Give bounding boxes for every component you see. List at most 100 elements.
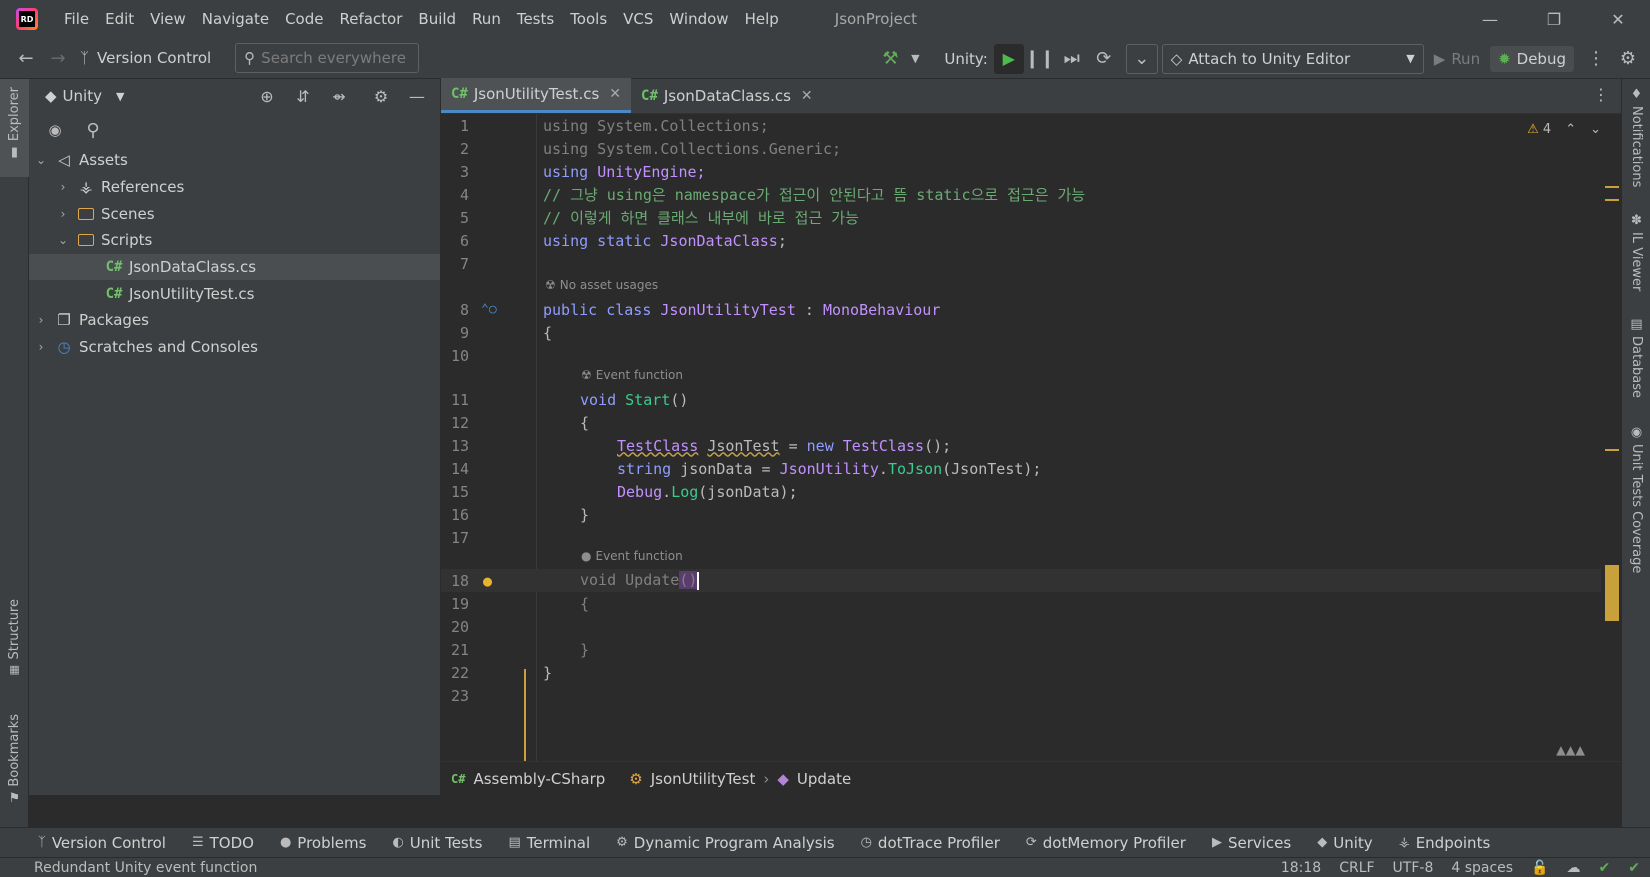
chevron-down-icon[interactable]: ⌄ (33, 153, 49, 167)
run-config-dropdown-icon[interactable]: ⌄ (1125, 43, 1158, 74)
status-message[interactable]: Redundant Unity event function (34, 860, 257, 876)
implements-gutter-icon[interactable]: ⌃○ (481, 302, 497, 317)
check-icon[interactable]: ✔ (1599, 860, 1611, 876)
tool-dotmemory[interactable]: ⟳ dotMemory Profiler (1026, 834, 1186, 852)
tool-dynamic-analysis[interactable]: ⚙ Dynamic Program Analysis (616, 834, 834, 852)
code-vision-hint[interactable]: ☢ Event function (581, 365, 683, 385)
unity-play-button[interactable]: ▶ (993, 43, 1024, 74)
unity-refresh-icon[interactable]: ⟳ (1088, 43, 1120, 75)
warning-stripe-mark[interactable] (1605, 186, 1619, 188)
back-arrow-icon[interactable]: ← (10, 42, 42, 74)
tab-options-icon[interactable]: ⋮ (1593, 85, 1609, 104)
coverage-tool-tab[interactable]: ◉ Unit Tests Coverage (1622, 425, 1650, 585)
tree-item-packages[interactable]: › ❐ Packages (29, 307, 440, 334)
code-area[interactable]: ⚠ 4 ⌃ ⌄ 1 using System.Collections; 2 us… (441, 114, 1621, 761)
tree-item-jsondataclass[interactable]: C# JsonDataClass.cs (29, 253, 440, 281)
tool-services[interactable]: ▶ Services (1212, 834, 1291, 852)
menu-vcs[interactable]: VCS (615, 10, 661, 28)
error-stripe[interactable] (1605, 149, 1619, 796)
ai-assistant-icon[interactable]: ▲▲▲ (1556, 740, 1585, 759)
explorer-view-select[interactable]: Unity (63, 87, 102, 105)
menu-file[interactable]: File (56, 10, 97, 28)
il-viewer-tool-tab[interactable]: ✽ IL Viewer (1622, 213, 1650, 301)
chevron-right-icon[interactable]: › (55, 180, 71, 194)
line-ending[interactable]: CRLF (1339, 860, 1374, 876)
run-button[interactable]: ▶ Run (1434, 50, 1480, 68)
search-icon[interactable]: ⚲ (77, 114, 109, 146)
debug-button[interactable]: ✹ Debug (1490, 45, 1574, 72)
menu-help[interactable]: Help (737, 10, 787, 28)
tool-version-control[interactable]: ᛉ Version Control (38, 834, 166, 852)
tab-jsonutilitytest[interactable]: C# JsonUtilityTest.cs ✕ (441, 78, 632, 113)
unity-pause-icon[interactable]: ❙❙ (1024, 43, 1056, 75)
explorer-tool-tab[interactable]: Explorer ▮ (0, 79, 29, 177)
menu-tools[interactable]: Tools (562, 10, 615, 28)
expand-all-icon[interactable]: ⇵ (288, 80, 318, 112)
tree-item-jsonutilitytest[interactable]: C# JsonUtilityTest.cs (29, 280, 440, 307)
unity-step-icon[interactable]: ⏭ (1056, 43, 1088, 75)
lock-icon[interactable]: 🔓 (1531, 860, 1548, 876)
tool-endpoints[interactable]: ⚶ Endpoints (1399, 834, 1491, 852)
code-vision-hint[interactable]: ● Event function (581, 546, 683, 566)
chevron-down-icon[interactable]: ▼ (116, 90, 124, 103)
tool-dottrace[interactable]: ◷ dotTrace Profiler (861, 834, 1000, 852)
tool-todo[interactable]: ☰ TODO (192, 834, 254, 852)
code-vision-hint[interactable]: ☢ No asset usages (545, 275, 658, 295)
tool-unity[interactable]: ◆ Unity (1317, 834, 1372, 852)
chevron-right-icon[interactable]: › (55, 207, 71, 221)
scroll-thumb[interactable] (1605, 565, 1619, 621)
warning-stripe-mark[interactable] (1605, 199, 1619, 201)
warning-stripe-mark[interactable] (1605, 449, 1619, 451)
close-window-icon[interactable]: ✕ (1586, 0, 1650, 38)
menu-run[interactable]: Run (464, 10, 509, 28)
notifications-tool-tab[interactable]: ♦ Notifications (1622, 87, 1650, 199)
bookmarks-tool-tab[interactable]: Bookmarks ⚑ (0, 714, 29, 814)
options-gear-icon[interactable]: ⚙ (366, 80, 396, 112)
menu-view[interactable]: View (142, 10, 194, 28)
attach-to-unity-editor-select[interactable]: ◇ Attach to Unity Editor ▼ (1161, 43, 1424, 74)
cloud-icon[interactable]: ☁ (1567, 860, 1581, 876)
menu-tests[interactable]: Tests (509, 10, 562, 28)
chevron-down-icon[interactable]: ⌄ (55, 233, 71, 247)
more-vertical-icon[interactable]: ⋮ (1580, 43, 1612, 75)
check-circle-icon[interactable]: ✔ (1628, 860, 1640, 876)
tool-unit-tests[interactable]: ◐ Unit Tests (392, 834, 482, 852)
breadcrumb-method[interactable]: Update (797, 770, 851, 788)
minimize-icon[interactable]: — (1458, 0, 1522, 38)
tab-jsondataclass[interactable]: C# JsonDataClass.cs ✕ (631, 78, 823, 113)
structure-tool-tab[interactable]: Structure ▦ (0, 599, 29, 689)
menu-build[interactable]: Build (410, 10, 464, 28)
indent-setting[interactable]: 4 spaces (1451, 860, 1513, 876)
tree-item-scratches[interactable]: › ◷ Scratches and Consoles (29, 334, 440, 361)
chevron-right-icon[interactable]: › (33, 340, 49, 354)
hide-panel-icon[interactable]: — (402, 80, 432, 112)
show-hidden-icon[interactable]: ◉ (39, 114, 71, 146)
menu-refactor[interactable]: Refactor (331, 10, 410, 28)
tool-problems[interactable]: ● Problems (280, 834, 366, 852)
chevron-right-icon[interactable]: › (33, 313, 49, 327)
rider-logo-icon[interactable]: RD (16, 8, 38, 30)
build-hammer-icon[interactable]: ⚒ (874, 43, 906, 75)
search-everywhere-input[interactable]: ⚲ Search everywhere (235, 43, 420, 73)
close-tab-icon[interactable]: ✕ (801, 88, 813, 104)
collapse-all-icon[interactable]: ⇴ (324, 80, 354, 112)
breadcrumb-assembly[interactable]: Assembly-CSharp (473, 770, 605, 788)
breadcrumb-class[interactable]: JsonUtilityTest (651, 770, 756, 788)
tool-terminal[interactable]: ▤ Terminal (508, 834, 590, 852)
settings-gear-icon[interactable]: ⚙ (1612, 43, 1644, 75)
restore-icon[interactable]: ❐ (1522, 0, 1586, 38)
tree-item-scripts[interactable]: ⌄ Scripts (29, 227, 440, 254)
forward-arrow-icon[interactable]: → (42, 42, 74, 74)
database-tool-tab[interactable]: ▤ Database (1622, 317, 1650, 409)
tree-item-references[interactable]: › ⚶ References (29, 174, 440, 201)
tree-item-scenes[interactable]: › Scenes (29, 200, 440, 227)
file-encoding[interactable]: UTF-8 (1393, 860, 1434, 876)
menu-code[interactable]: Code (277, 10, 331, 28)
version-control-widget[interactable]: ᛉ Version Control (80, 49, 211, 67)
caret-position[interactable]: 18:18 (1281, 860, 1321, 876)
locate-target-icon[interactable]: ⊕ (252, 80, 282, 112)
tree-item-assets[interactable]: ⌄ ◁ Assets (29, 147, 440, 174)
menu-navigate[interactable]: Navigate (194, 10, 277, 28)
close-tab-icon[interactable]: ✕ (609, 86, 621, 102)
lightbulb-icon[interactable]: ● (483, 572, 492, 590)
